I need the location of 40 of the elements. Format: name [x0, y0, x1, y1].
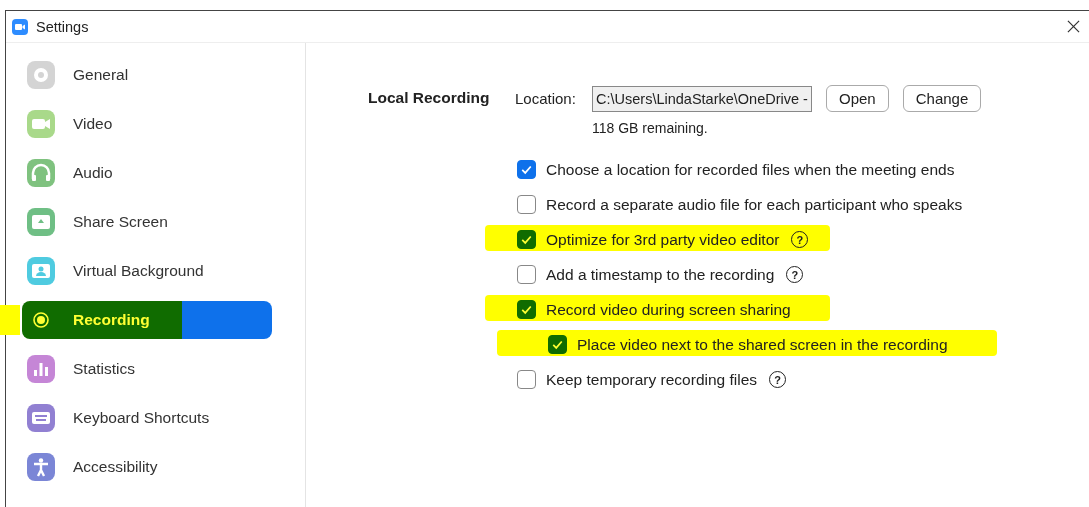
option-label: Place video next to the shared screen in the recording [577, 335, 948, 354]
sidebar-item[interactable]: Audio [22, 153, 272, 192]
folder-button[interactable]: Change [902, 85, 982, 112]
gear-icon [27, 60, 55, 89]
storage-remaining-text: 118 GB remaining. [592, 120, 709, 136]
app-logo-icon [12, 18, 28, 35]
option-label: Record a separate audio file for each participant who speaks [546, 195, 963, 214]
option-label: Choose a location for recorded files when the meeting ends [546, 160, 955, 179]
accessibility-icon [27, 452, 55, 481]
checkbox[interactable] [517, 300, 536, 319]
sidebar-item[interactable]: Keyboard Shortcuts [22, 398, 272, 437]
sidebar-item[interactable]: Video [22, 104, 272, 143]
sidebar-item[interactable]: Recording [22, 300, 272, 339]
video-camera-icon [27, 109, 55, 138]
sidebar-item[interactable]: General [22, 55, 272, 94]
headphones-icon [27, 158, 55, 187]
checkbox[interactable] [517, 160, 536, 179]
sidebar-item[interactable]: Virtual Background [22, 251, 272, 290]
keyboard-icon [27, 403, 55, 432]
option-label: Keep temporary recording files [546, 370, 758, 389]
close-icon[interactable] [1067, 20, 1080, 33]
sidebar-item[interactable]: Share Screen [22, 202, 272, 241]
checkbox[interactable] [548, 335, 567, 354]
sidebar-item[interactable]: Statistics [22, 349, 272, 388]
checkbox[interactable] [517, 265, 536, 284]
checkbox[interactable] [517, 230, 536, 249]
checkbox[interactable] [517, 370, 536, 389]
sidebar-item[interactable]: Accessibility [22, 447, 272, 486]
checkbox[interactable] [517, 195, 536, 214]
share-screen-icon [27, 207, 55, 236]
location-field[interactable]: C:\Users\LindaStarke\OneDrive - [592, 85, 812, 112]
option-label: Optimize for 3rd party video editor [546, 230, 780, 249]
location-label: Location: [515, 90, 577, 107]
option-label: Add a timestamp to the recording [546, 265, 775, 284]
bar-chart-icon [27, 354, 55, 383]
section-heading: Local Recording [368, 89, 491, 107]
person-icon [27, 256, 55, 285]
window-title: Settings [36, 18, 90, 35]
option-label: Record video during screen sharing [546, 300, 791, 319]
folder-button[interactable]: Open [826, 85, 889, 112]
